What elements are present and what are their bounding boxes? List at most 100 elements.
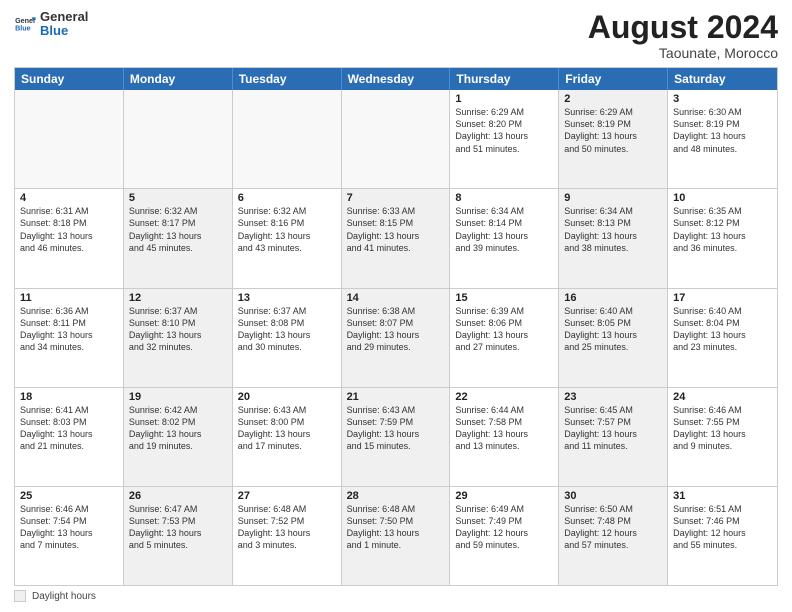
calendar: SundayMondayTuesdayWednesdayThursdayFrid… — [14, 67, 778, 586]
day-cell-15: 15Sunrise: 6:39 AM Sunset: 8:06 PM Dayli… — [450, 289, 559, 387]
day-info: Sunrise: 6:36 AM Sunset: 8:11 PM Dayligh… — [20, 305, 118, 354]
day-cell-19: 19Sunrise: 6:42 AM Sunset: 8:02 PM Dayli… — [124, 388, 233, 486]
day-info: Sunrise: 6:46 AM Sunset: 7:54 PM Dayligh… — [20, 503, 118, 552]
calendar-row-1: 1Sunrise: 6:29 AM Sunset: 8:20 PM Daylig… — [15, 90, 777, 189]
calendar-row-3: 11Sunrise: 6:36 AM Sunset: 8:11 PM Dayli… — [15, 289, 777, 388]
day-number: 6 — [238, 192, 336, 204]
day-info: Sunrise: 6:43 AM Sunset: 7:59 PM Dayligh… — [347, 404, 445, 453]
day-cell-28: 28Sunrise: 6:48 AM Sunset: 7:50 PM Dayli… — [342, 487, 451, 585]
empty-cell — [342, 90, 451, 188]
calendar-header: SundayMondayTuesdayWednesdayThursdayFrid… — [15, 68, 777, 90]
day-number: 18 — [20, 391, 118, 403]
day-number: 1 — [455, 93, 553, 105]
day-cell-17: 17Sunrise: 6:40 AM Sunset: 8:04 PM Dayli… — [668, 289, 777, 387]
day-info: Sunrise: 6:39 AM Sunset: 8:06 PM Dayligh… — [455, 305, 553, 354]
day-cell-11: 11Sunrise: 6:36 AM Sunset: 8:11 PM Dayli… — [15, 289, 124, 387]
day-number: 7 — [347, 192, 445, 204]
day-number: 28 — [347, 490, 445, 502]
day-number: 17 — [673, 292, 772, 304]
calendar-row-2: 4Sunrise: 6:31 AM Sunset: 8:18 PM Daylig… — [15, 189, 777, 288]
day-cell-18: 18Sunrise: 6:41 AM Sunset: 8:03 PM Dayli… — [15, 388, 124, 486]
day-number: 4 — [20, 192, 118, 204]
month-year: August 2024 — [588, 10, 778, 45]
weekday-header-monday: Monday — [124, 68, 233, 90]
day-info: Sunrise: 6:42 AM Sunset: 8:02 PM Dayligh… — [129, 404, 227, 453]
weekday-header-wednesday: Wednesday — [342, 68, 451, 90]
calendar-row-4: 18Sunrise: 6:41 AM Sunset: 8:03 PM Dayli… — [15, 388, 777, 487]
location: Taounate, Morocco — [588, 45, 778, 61]
day-info: Sunrise: 6:43 AM Sunset: 8:00 PM Dayligh… — [238, 404, 336, 453]
day-cell-9: 9Sunrise: 6:34 AM Sunset: 8:13 PM Daylig… — [559, 189, 668, 287]
day-number: 29 — [455, 490, 553, 502]
day-info: Sunrise: 6:44 AM Sunset: 7:58 PM Dayligh… — [455, 404, 553, 453]
weekday-header-friday: Friday — [559, 68, 668, 90]
day-number: 23 — [564, 391, 662, 403]
legend-label: Daylight hours — [32, 591, 96, 602]
header: General Blue General Blue August 2024 Ta… — [14, 10, 778, 61]
day-info: Sunrise: 6:40 AM Sunset: 8:05 PM Dayligh… — [564, 305, 662, 354]
logo: General Blue General Blue — [14, 10, 88, 39]
svg-text:Blue: Blue — [15, 25, 31, 33]
day-number: 2 — [564, 93, 662, 105]
day-number: 12 — [129, 292, 227, 304]
day-cell-24: 24Sunrise: 6:46 AM Sunset: 7:55 PM Dayli… — [668, 388, 777, 486]
day-number: 3 — [673, 93, 772, 105]
day-cell-12: 12Sunrise: 6:37 AM Sunset: 8:10 PM Dayli… — [124, 289, 233, 387]
day-cell-27: 27Sunrise: 6:48 AM Sunset: 7:52 PM Dayli… — [233, 487, 342, 585]
day-info: Sunrise: 6:47 AM Sunset: 7:53 PM Dayligh… — [129, 503, 227, 552]
day-info: Sunrise: 6:35 AM Sunset: 8:12 PM Dayligh… — [673, 205, 772, 254]
day-number: 16 — [564, 292, 662, 304]
day-number: 26 — [129, 490, 227, 502]
day-info: Sunrise: 6:31 AM Sunset: 8:18 PM Dayligh… — [20, 205, 118, 254]
day-number: 13 — [238, 292, 336, 304]
day-cell-7: 7Sunrise: 6:33 AM Sunset: 8:15 PM Daylig… — [342, 189, 451, 287]
day-number: 14 — [347, 292, 445, 304]
day-cell-25: 25Sunrise: 6:46 AM Sunset: 7:54 PM Dayli… — [15, 487, 124, 585]
day-info: Sunrise: 6:29 AM Sunset: 8:20 PM Dayligh… — [455, 106, 553, 155]
day-info: Sunrise: 6:49 AM Sunset: 7:49 PM Dayligh… — [455, 503, 553, 552]
day-cell-22: 22Sunrise: 6:44 AM Sunset: 7:58 PM Dayli… — [450, 388, 559, 486]
day-cell-20: 20Sunrise: 6:43 AM Sunset: 8:00 PM Dayli… — [233, 388, 342, 486]
day-cell-16: 16Sunrise: 6:40 AM Sunset: 8:05 PM Dayli… — [559, 289, 668, 387]
day-info: Sunrise: 6:37 AM Sunset: 8:08 PM Dayligh… — [238, 305, 336, 354]
day-info: Sunrise: 6:32 AM Sunset: 8:17 PM Dayligh… — [129, 205, 227, 254]
day-info: Sunrise: 6:30 AM Sunset: 8:19 PM Dayligh… — [673, 106, 772, 155]
logo-icon: General Blue — [14, 13, 36, 35]
page: General Blue General Blue August 2024 Ta… — [0, 0, 792, 612]
day-number: 27 — [238, 490, 336, 502]
legend: Daylight hours — [14, 590, 778, 602]
day-cell-1: 1Sunrise: 6:29 AM Sunset: 8:20 PM Daylig… — [450, 90, 559, 188]
day-cell-4: 4Sunrise: 6:31 AM Sunset: 8:18 PM Daylig… — [15, 189, 124, 287]
day-info: Sunrise: 6:37 AM Sunset: 8:10 PM Dayligh… — [129, 305, 227, 354]
day-info: Sunrise: 6:46 AM Sunset: 7:55 PM Dayligh… — [673, 404, 772, 453]
day-number: 19 — [129, 391, 227, 403]
calendar-body: 1Sunrise: 6:29 AM Sunset: 8:20 PM Daylig… — [15, 90, 777, 585]
day-cell-6: 6Sunrise: 6:32 AM Sunset: 8:16 PM Daylig… — [233, 189, 342, 287]
day-cell-5: 5Sunrise: 6:32 AM Sunset: 8:17 PM Daylig… — [124, 189, 233, 287]
day-number: 15 — [455, 292, 553, 304]
day-number: 9 — [564, 192, 662, 204]
day-number: 20 — [238, 391, 336, 403]
day-info: Sunrise: 6:51 AM Sunset: 7:46 PM Dayligh… — [673, 503, 772, 552]
day-info: Sunrise: 6:33 AM Sunset: 8:15 PM Dayligh… — [347, 205, 445, 254]
day-number: 8 — [455, 192, 553, 204]
day-number: 21 — [347, 391, 445, 403]
day-cell-26: 26Sunrise: 6:47 AM Sunset: 7:53 PM Dayli… — [124, 487, 233, 585]
logo-general: General — [40, 10, 88, 24]
day-number: 5 — [129, 192, 227, 204]
day-info: Sunrise: 6:29 AM Sunset: 8:19 PM Dayligh… — [564, 106, 662, 155]
day-cell-31: 31Sunrise: 6:51 AM Sunset: 7:46 PM Dayli… — [668, 487, 777, 585]
empty-cell — [15, 90, 124, 188]
day-number: 10 — [673, 192, 772, 204]
day-cell-10: 10Sunrise: 6:35 AM Sunset: 8:12 PM Dayli… — [668, 189, 777, 287]
calendar-row-5: 25Sunrise: 6:46 AM Sunset: 7:54 PM Dayli… — [15, 487, 777, 585]
empty-cell — [124, 90, 233, 188]
weekday-header-sunday: Sunday — [15, 68, 124, 90]
day-cell-13: 13Sunrise: 6:37 AM Sunset: 8:08 PM Dayli… — [233, 289, 342, 387]
day-info: Sunrise: 6:41 AM Sunset: 8:03 PM Dayligh… — [20, 404, 118, 453]
day-number: 11 — [20, 292, 118, 304]
day-cell-14: 14Sunrise: 6:38 AM Sunset: 8:07 PM Dayli… — [342, 289, 451, 387]
day-info: Sunrise: 6:38 AM Sunset: 8:07 PM Dayligh… — [347, 305, 445, 354]
day-cell-8: 8Sunrise: 6:34 AM Sunset: 8:14 PM Daylig… — [450, 189, 559, 287]
legend-box — [14, 590, 26, 602]
